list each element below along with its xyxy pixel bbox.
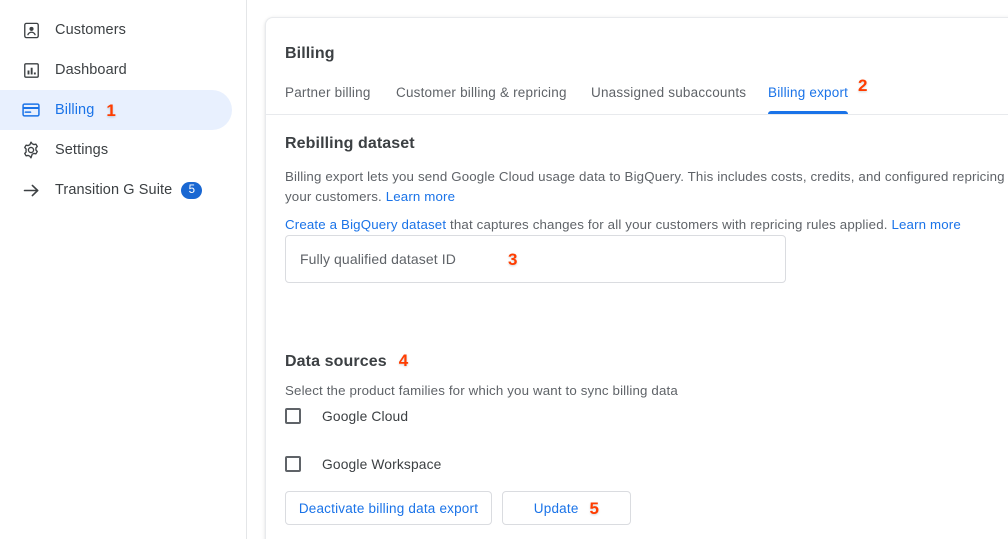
annotation-marker-4: 4 bbox=[398, 351, 409, 371]
data-sources-heading: Data sources 4 bbox=[285, 352, 408, 371]
sidebar-item-label: Settings bbox=[55, 142, 109, 158]
data-sources-subtitle: Select the product families for which yo… bbox=[285, 383, 678, 399]
checkbox-row-google-workspace[interactable]: Google Workspace bbox=[285, 456, 441, 472]
tab-customer-billing-repricing[interactable]: Customer billing & repricing bbox=[396, 70, 567, 114]
billing-card: Billing Partner billing Customer billing… bbox=[265, 17, 1008, 539]
sidebar-item-label: Customers bbox=[55, 22, 126, 38]
sidebar-item-billing[interactable]: Billing 1 bbox=[0, 90, 232, 130]
data-sources-heading-text: Data sources bbox=[285, 353, 387, 371]
learn-more-link-1[interactable]: Learn more bbox=[386, 189, 456, 204]
tab-label: Partner billing bbox=[285, 84, 371, 100]
rebilling-dataset-heading: Rebilling dataset bbox=[285, 135, 415, 153]
tab-unassigned-subaccounts[interactable]: Unassigned subaccounts bbox=[591, 70, 746, 114]
sidebar-item-label: Billing bbox=[55, 102, 95, 118]
credit-card-icon bbox=[20, 99, 42, 121]
button-label: Update bbox=[533, 500, 579, 516]
sidebar-item-settings[interactable]: Settings bbox=[0, 130, 232, 170]
sidebar-item-transition-g-suite[interactable]: Transition G Suite 5 bbox=[0, 170, 232, 210]
tab-label: Unassigned subaccounts bbox=[591, 84, 747, 100]
sidebar-item-customers[interactable]: Customers bbox=[0, 10, 232, 50]
tab-bar: Partner billing Customer billing & repri… bbox=[266, 70, 1008, 115]
dataset-id-input[interactable] bbox=[286, 237, 520, 281]
annotation-marker-1: 1 bbox=[106, 100, 116, 120]
checkbox-google-workspace[interactable] bbox=[285, 456, 301, 472]
gear-icon bbox=[20, 139, 42, 161]
deactivate-billing-data-export-button[interactable]: Deactivate billing data export bbox=[285, 491, 492, 525]
checkbox-label: Google Workspace bbox=[322, 456, 442, 472]
app-root: Customers Dashboard Billing 1 Settings T… bbox=[0, 0, 1008, 539]
active-tab-indicator bbox=[768, 111, 849, 114]
learn-more-link-2[interactable]: Learn more bbox=[891, 217, 961, 232]
checkbox-google-cloud[interactable] bbox=[285, 408, 301, 424]
page-title: Billing bbox=[285, 44, 335, 62]
sidebar-item-label: Transition G Suite bbox=[55, 182, 173, 198]
update-button[interactable]: Update 5 bbox=[502, 491, 631, 525]
checkbox-label: Google Cloud bbox=[322, 408, 409, 424]
annotation-marker-5: 5 bbox=[589, 498, 600, 518]
tab-label: Billing export bbox=[768, 84, 849, 100]
tab-partner-billing[interactable]: Partner billing bbox=[285, 70, 371, 114]
annotation-marker-2: 2 bbox=[858, 76, 868, 95]
create-dataset-text: Create a BigQuery dataset that captures … bbox=[285, 215, 1008, 235]
create-dataset-sentence: that captures changes for all your custo… bbox=[446, 217, 892, 233]
rebilling-intro-text: Billing export lets you send Google Clou… bbox=[285, 167, 1008, 207]
dataset-id-field[interactable]: 3 bbox=[285, 235, 786, 283]
contact-card-icon bbox=[20, 19, 42, 41]
create-bigquery-dataset-link[interactable]: Create a BigQuery dataset bbox=[285, 217, 446, 232]
sidebar-item-dashboard[interactable]: Dashboard bbox=[0, 50, 232, 90]
checkbox-row-google-cloud[interactable]: Google Cloud bbox=[285, 408, 408, 424]
sidebar-badge-count: 5 bbox=[181, 181, 203, 199]
tab-billing-export[interactable]: Billing export bbox=[768, 70, 849, 114]
sidebar: Customers Dashboard Billing 1 Settings T… bbox=[0, 0, 247, 539]
button-label: Deactivate billing data export bbox=[298, 500, 479, 516]
sidebar-item-label: Dashboard bbox=[55, 62, 127, 78]
tab-label: Customer billing & repricing bbox=[396, 84, 567, 100]
arrow-right-icon bbox=[20, 179, 42, 201]
bar-chart-icon bbox=[20, 59, 42, 81]
